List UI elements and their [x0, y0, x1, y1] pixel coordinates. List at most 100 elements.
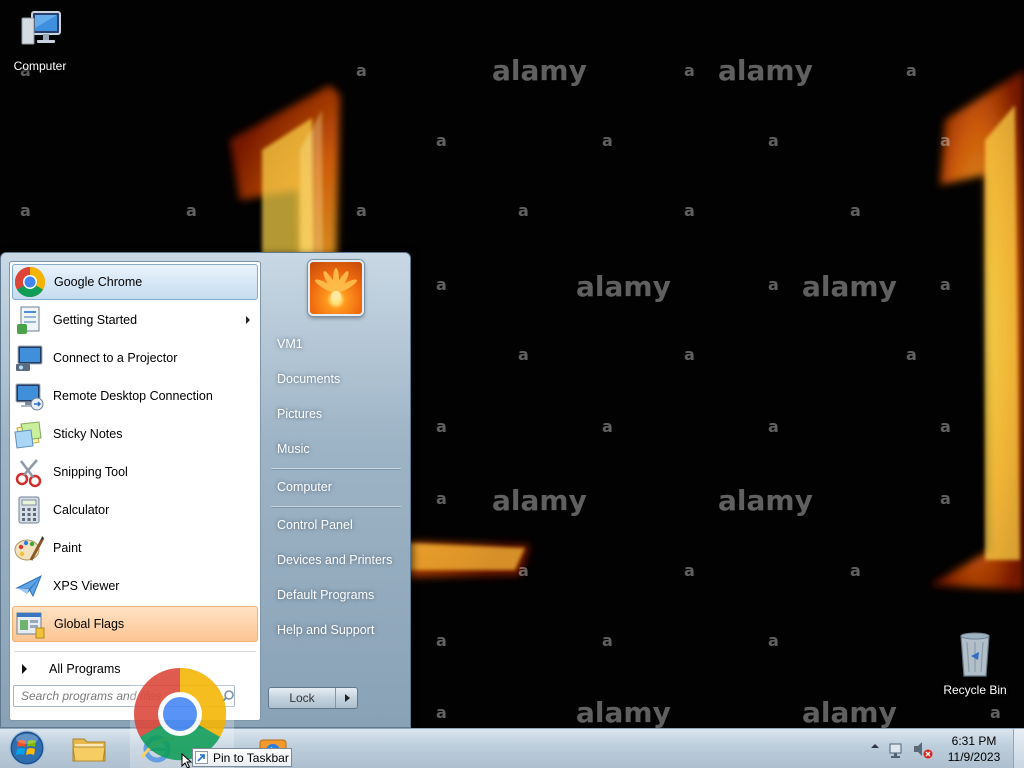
- program-label: Connect to a Projector: [53, 351, 178, 365]
- svg-text:a: a: [602, 417, 613, 436]
- folder-icon: [72, 738, 106, 762]
- svg-text:alamy: alamy: [802, 696, 897, 729]
- svg-text:a: a: [768, 417, 779, 436]
- expand-arrow-icon: [22, 664, 27, 674]
- system-clock[interactable]: 6:31 PM 11/9/2023: [938, 733, 1010, 765]
- program-getting-started[interactable]: Getting Started: [12, 302, 258, 338]
- svg-text:alamy: alamy: [492, 54, 587, 87]
- svg-text:a: a: [940, 275, 951, 294]
- recycle-bin-icon: [960, 632, 990, 677]
- submenu-arrow-icon: [246, 316, 250, 324]
- svg-text:a: a: [602, 131, 613, 150]
- svg-text:a: a: [850, 561, 861, 580]
- desktop-icon-recycle-bin[interactable]: Recycle Bin: [935, 630, 1015, 697]
- show-hidden-icons-icon: [871, 744, 879, 748]
- program-snipping-tool[interactable]: Snipping Tool: [12, 454, 258, 490]
- right-link-default-programs[interactable]: Default Programs: [269, 581, 405, 609]
- all-programs-label: All Programs: [49, 662, 121, 676]
- svg-text:alamy: alamy: [492, 484, 587, 517]
- pin-arrow-icon: [195, 751, 208, 764]
- start-menu: Google Chrome Getting Started Connect to…: [0, 252, 411, 728]
- svg-text:a: a: [20, 201, 31, 220]
- projector-icon: [16, 345, 43, 371]
- right-link-pictures[interactable]: Pictures: [269, 400, 405, 428]
- svg-text:a: a: [436, 631, 447, 650]
- svg-text:a: a: [684, 561, 695, 580]
- program-paint[interactable]: Paint: [12, 530, 258, 566]
- svg-text:alamy: alamy: [802, 270, 897, 303]
- svg-text:a: a: [436, 703, 447, 722]
- shutdown-options-button[interactable]: [335, 688, 357, 708]
- pin-to-taskbar-tooltip: Pin to Taskbar: [192, 748, 292, 767]
- svg-text:alamy: alamy: [576, 270, 671, 303]
- lock-label: Lock: [289, 691, 315, 705]
- program-xps-viewer[interactable]: XPS Viewer: [12, 568, 258, 604]
- lock-button[interactable]: Lock: [268, 687, 358, 709]
- global-flags-icon: [16, 612, 45, 639]
- svg-text:alamy: alamy: [576, 696, 671, 729]
- program-label: Remote Desktop Connection: [53, 389, 213, 403]
- clock-time: 6:31 PM: [951, 734, 997, 748]
- getting-started-icon: [17, 306, 40, 334]
- program-global-flags[interactable]: Global Flags: [12, 606, 258, 642]
- program-label: Google Chrome: [54, 275, 143, 289]
- svg-text:a: a: [518, 345, 529, 364]
- svg-text:a: a: [518, 561, 529, 580]
- network-icon: [889, 743, 902, 758]
- desktop-icon-computer[interactable]: Computer: [0, 8, 80, 73]
- paint-icon: [14, 536, 45, 561]
- svg-text:a: a: [436, 275, 447, 294]
- svg-text:a: a: [186, 201, 197, 220]
- taskbar-explorer-button[interactable]: [62, 731, 116, 766]
- programs-separator: [14, 651, 256, 652]
- program-connect-projector[interactable]: Connect to a Projector: [12, 340, 258, 376]
- svg-text:a: a: [356, 61, 367, 80]
- program-remote-desktop[interactable]: Remote Desktop Connection: [12, 378, 258, 414]
- arrow-right-icon: [344, 694, 350, 702]
- right-link-documents[interactable]: Documents: [269, 365, 405, 393]
- program-google-chrome[interactable]: Google Chrome: [12, 264, 258, 300]
- svg-text:a: a: [990, 703, 1001, 722]
- svg-text:alamy: alamy: [718, 54, 813, 87]
- calculator-icon: [18, 496, 40, 524]
- program-label: Getting Started: [53, 313, 138, 327]
- program-label: Paint: [53, 541, 82, 555]
- tooltip-label: Pin to Taskbar: [213, 750, 289, 765]
- svg-text:a: a: [518, 201, 529, 220]
- svg-text:a: a: [768, 631, 779, 650]
- svg-text:alamy: alamy: [718, 484, 813, 517]
- svg-text:a: a: [356, 201, 367, 220]
- svg-text:a: a: [940, 489, 951, 508]
- user-picture[interactable]: [308, 260, 364, 316]
- sticky-notes-icon: [14, 421, 42, 449]
- desktop-icon-label: Recycle Bin: [943, 683, 1007, 697]
- program-label: Calculator: [53, 503, 110, 517]
- svg-text:a: a: [850, 201, 861, 220]
- program-sticky-notes[interactable]: Sticky Notes: [12, 416, 258, 452]
- right-link-control-panel[interactable]: Control Panel: [269, 511, 405, 539]
- svg-text:a: a: [436, 131, 447, 150]
- program-calculator[interactable]: Calculator: [12, 492, 258, 528]
- volume-muted-icon: [914, 742, 933, 759]
- computer-icon: [21, 11, 61, 45]
- programs-pane: Google Chrome Getting Started Connect to…: [9, 261, 261, 721]
- snipping-tool-icon: [15, 459, 42, 488]
- svg-text:a: a: [684, 201, 695, 220]
- flower-icon: [315, 268, 357, 301]
- right-link-computer[interactable]: Computer: [269, 473, 405, 501]
- svg-text:a: a: [768, 131, 779, 150]
- desktop-icon-label: Computer: [13, 59, 67, 73]
- svg-text:a: a: [684, 345, 695, 364]
- chrome-icon: [14, 267, 46, 298]
- svg-text:a: a: [684, 61, 695, 80]
- right-link-music[interactable]: Music: [269, 435, 405, 463]
- program-label: XPS Viewer: [53, 579, 120, 593]
- chrome-icon: [134, 667, 227, 761]
- right-link-vm1[interactable]: VM1: [269, 330, 405, 358]
- svg-text:a: a: [768, 275, 779, 294]
- show-desktop-button[interactable]: [1013, 729, 1024, 768]
- start-button[interactable]: [7, 729, 47, 767]
- right-link-devices-printers[interactable]: Devices and Printers: [269, 546, 405, 574]
- xps-viewer-icon: [15, 574, 42, 598]
- right-link-help-support[interactable]: Help and Support: [269, 616, 405, 644]
